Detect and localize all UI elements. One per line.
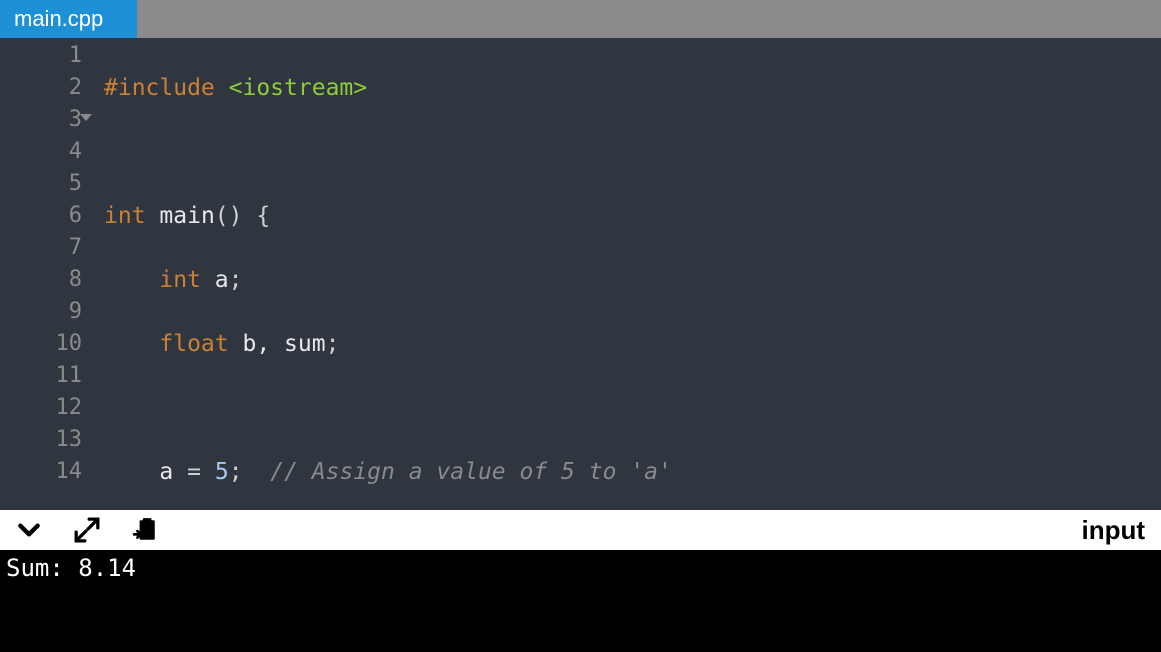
gutter-border	[90, 38, 98, 510]
tab-label: main.cpp	[14, 6, 103, 32]
code-line: int a;	[104, 264, 1161, 296]
paste-icon[interactable]	[132, 517, 158, 543]
line-number: 1	[0, 40, 90, 72]
line-number: 6	[0, 200, 90, 232]
type-keyword: float	[159, 331, 228, 357]
include-path: <iostream>	[229, 75, 367, 101]
line-number-gutter: 1 2 3 4 5 6 7 8 9 10 11 12 13 14	[0, 38, 90, 510]
expand-icon[interactable]	[74, 517, 100, 543]
function-name: main	[159, 203, 214, 229]
variable: a	[159, 459, 173, 485]
operator: =	[187, 459, 201, 485]
output-line: Sum: 8.14	[6, 554, 1155, 582]
code-line	[104, 392, 1161, 424]
code-editor[interactable]: 1 2 3 4 5 6 7 8 9 10 11 12 13 14 #includ…	[0, 38, 1161, 510]
tab-bar: main.cpp	[0, 0, 1161, 38]
type-keyword: int	[159, 267, 201, 293]
console-icons	[16, 517, 158, 543]
variables: b, sum	[243, 331, 326, 357]
line-number: 4	[0, 136, 90, 168]
variable: a	[215, 267, 229, 293]
console-toolbar: input	[0, 510, 1161, 550]
fold-marker-icon[interactable]	[80, 114, 92, 121]
parens: () {	[215, 203, 270, 229]
console-output[interactable]: Sum: 8.14	[0, 550, 1161, 652]
number-literal: 5	[215, 459, 229, 485]
code-line: a = 5; // Assign a value of 5 to 'a'	[104, 456, 1161, 488]
line-number: 5	[0, 168, 90, 200]
line-number: 12	[0, 392, 90, 424]
code-line: float b, sum;	[104, 328, 1161, 360]
line-number: 8	[0, 264, 90, 296]
type-keyword: int	[104, 203, 146, 229]
line-number: 9	[0, 296, 90, 328]
comment: // Assign a value of 5 to 'a'	[270, 459, 672, 485]
line-number: 7	[0, 232, 90, 264]
code-line: int main() {	[104, 200, 1161, 232]
tab-main-cpp[interactable]: main.cpp	[0, 0, 137, 38]
line-number: 14	[0, 456, 90, 488]
line-number: 11	[0, 360, 90, 392]
code-area[interactable]: #include <iostream> int main() { int a; …	[98, 38, 1161, 510]
input-label[interactable]: input	[1081, 515, 1145, 546]
preproc-keyword: #include	[104, 75, 215, 101]
line-number: 2	[0, 72, 90, 104]
line-number: 3	[0, 104, 90, 136]
line-number: 13	[0, 424, 90, 456]
code-line: #include <iostream>	[104, 72, 1161, 104]
chevron-down-icon[interactable]	[16, 517, 42, 543]
code-line	[104, 136, 1161, 168]
line-number: 10	[0, 328, 90, 360]
